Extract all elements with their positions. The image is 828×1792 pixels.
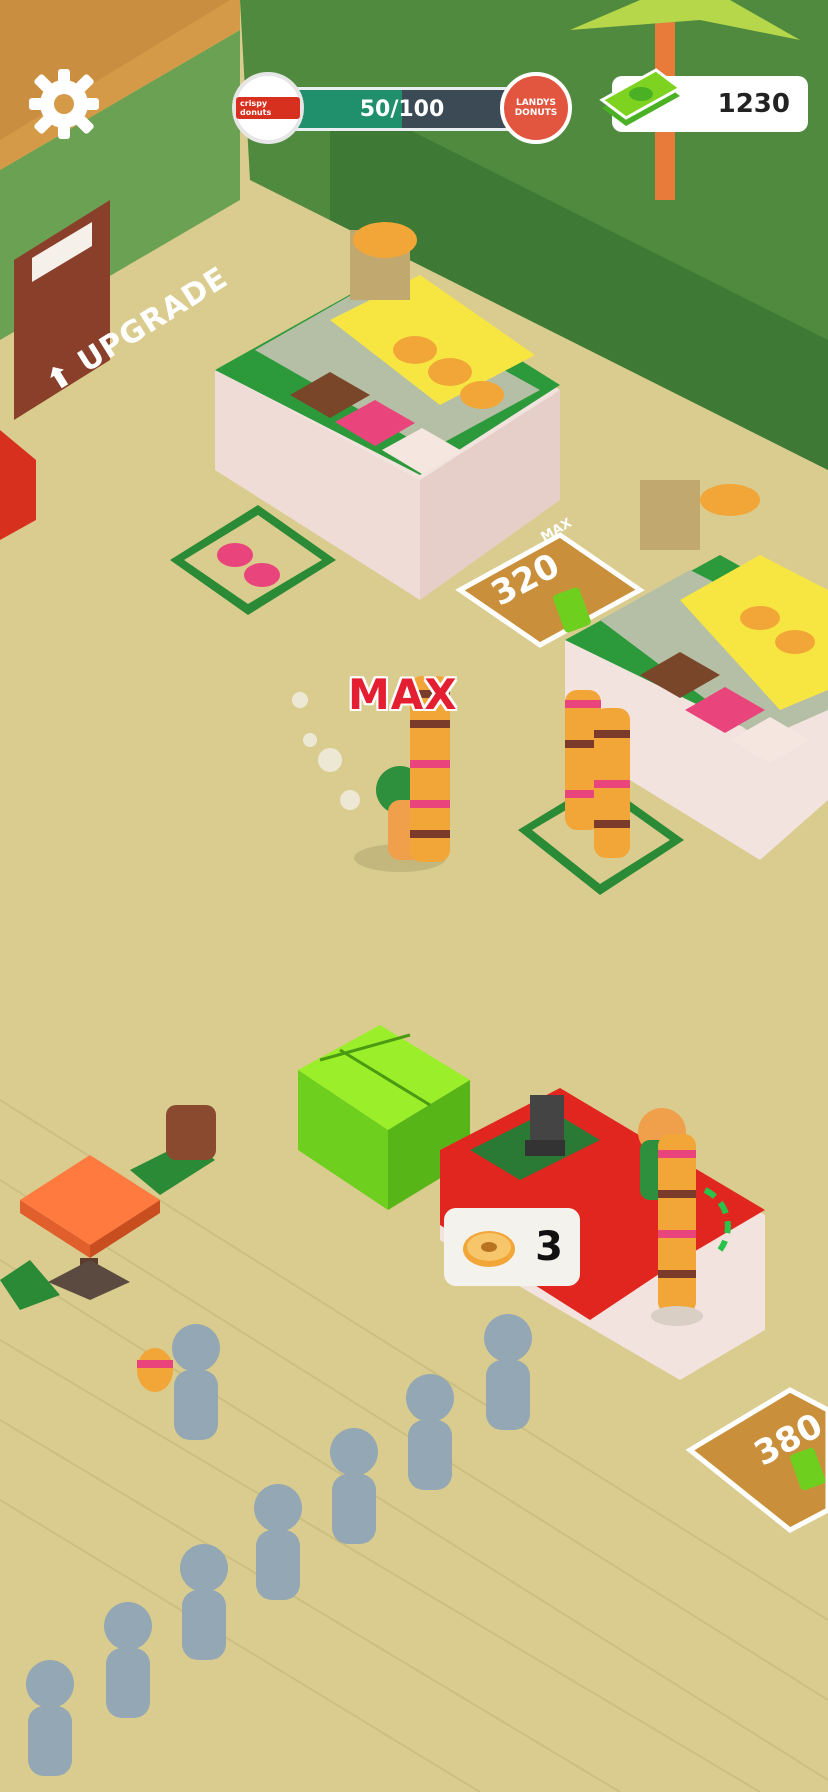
cash-stack-icon bbox=[599, 68, 683, 126]
counter-donut-stack bbox=[651, 1134, 703, 1326]
game-scene bbox=[0, 0, 828, 1792]
brand-logo-current: crispy donuts bbox=[232, 72, 304, 144]
gear-icon bbox=[29, 69, 99, 139]
brand-logo-next-text: LANDYS DONUTS bbox=[514, 98, 558, 118]
order-count: 3 bbox=[535, 1224, 563, 1270]
brand-logo-current-text: crispy donuts bbox=[236, 97, 300, 119]
settings-button[interactable] bbox=[22, 62, 106, 146]
brand-logo-next: LANDYS DONUTS bbox=[500, 72, 572, 144]
progress-text: 50/100 bbox=[359, 96, 445, 122]
donut-stack-tray-2 bbox=[594, 708, 630, 858]
customer-order-bubble: 3 bbox=[444, 1208, 580, 1286]
money-value: 1230 bbox=[717, 89, 790, 119]
customer-held-donut bbox=[137, 1348, 173, 1392]
donut-icon bbox=[463, 1231, 516, 1267]
max-carry-label: MAX bbox=[348, 670, 458, 719]
progress-bar: 50/100 bbox=[272, 87, 532, 131]
money-counter: 1230 bbox=[599, 68, 808, 132]
shop-progress: 50/100 crispy donuts LANDYS DONUTS bbox=[232, 72, 572, 146]
